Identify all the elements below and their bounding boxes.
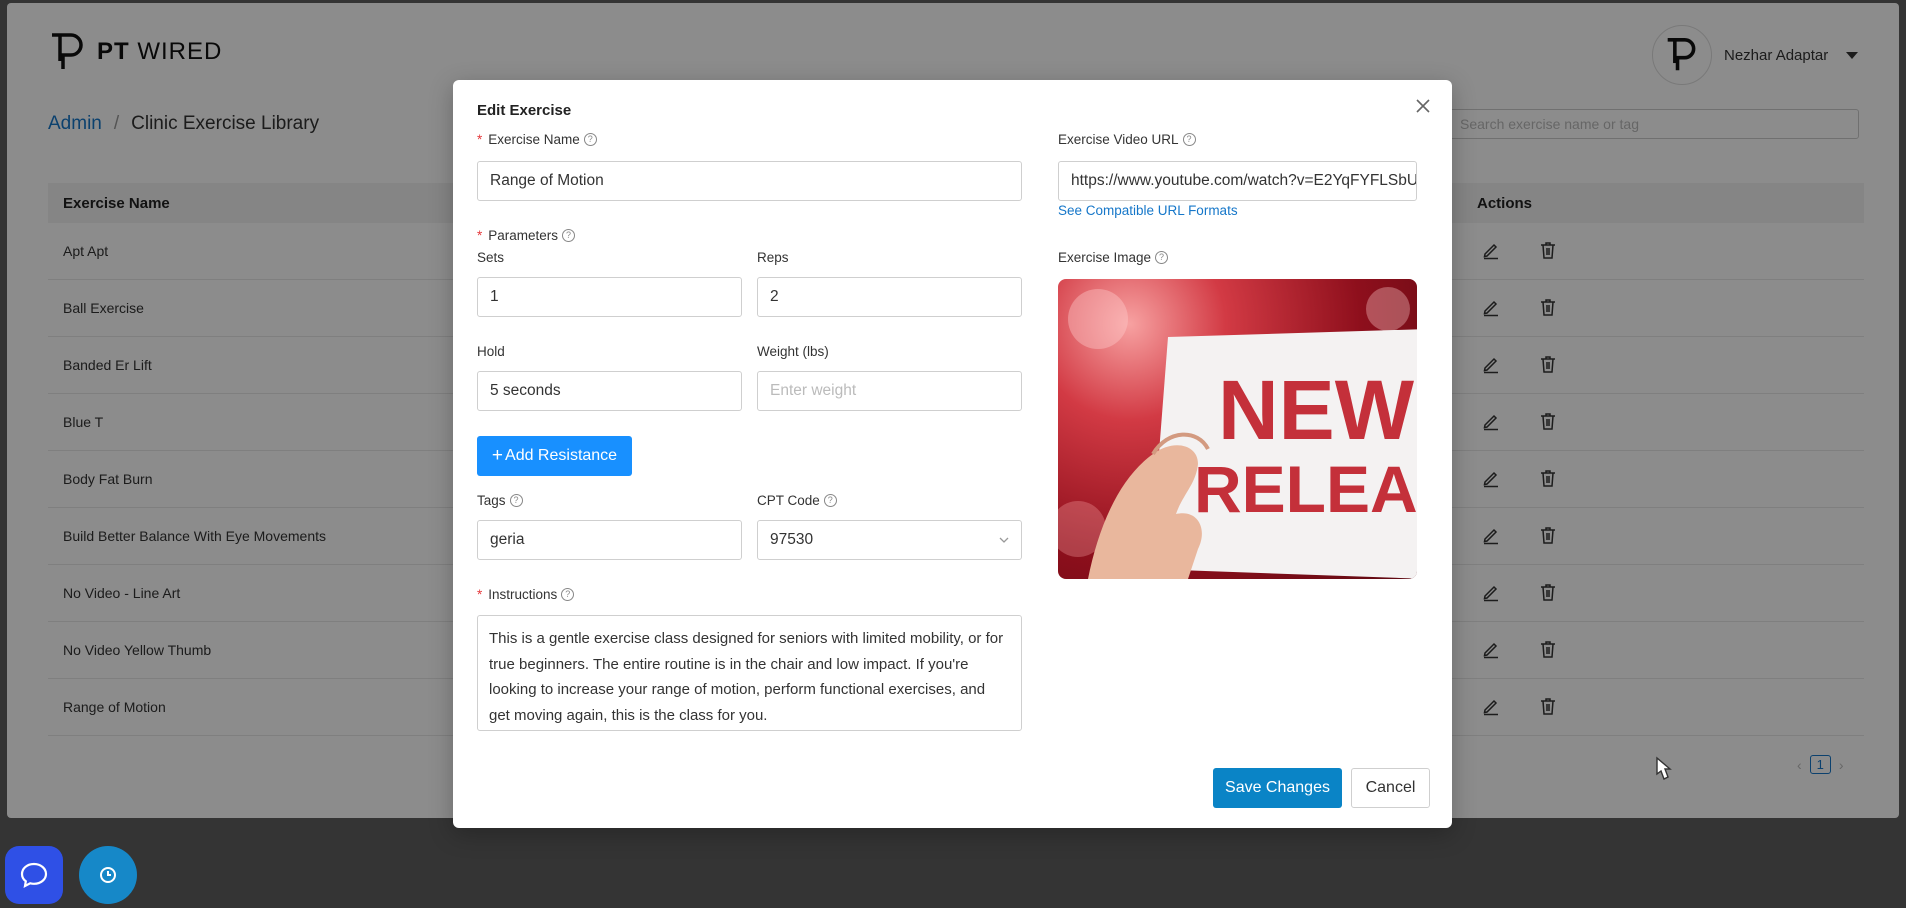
instructions-textarea[interactable]: This is a gentle exercise class designed… [477, 615, 1022, 731]
question-circle-icon[interactable]: ? [562, 229, 576, 242]
required-mark: * [477, 587, 483, 602]
exercise-image-label-text: Exercise Image [1058, 250, 1152, 265]
cpt-code-label: CPT Code ? [757, 493, 837, 508]
add-resistance-button[interactable]: + Add Resistance [477, 436, 632, 476]
video-url-label: Exercise Video URL ? [1058, 132, 1196, 147]
save-changes-button[interactable]: Save Changes [1213, 768, 1342, 808]
plus-icon: + [491, 445, 504, 466]
cpt-code-label-text: CPT Code [757, 493, 820, 508]
parameters-label-text: Parameters [488, 228, 559, 243]
cancel-button[interactable]: Cancel [1351, 768, 1430, 808]
reps-label: Reps [757, 250, 789, 265]
exercise-name-input[interactable]: Range of Motion [477, 161, 1022, 201]
question-circle-icon[interactable]: ? [1155, 251, 1169, 264]
close-icon[interactable] [1413, 96, 1433, 116]
hold-label: Hold [477, 344, 505, 359]
sets-input[interactable]: 1 [477, 277, 742, 317]
question-circle-icon[interactable]: ? [823, 494, 837, 507]
required-mark: * [477, 132, 483, 147]
exercise-image[interactable]: NEW RELEASE [1058, 279, 1417, 579]
svg-text:RELEASE: RELEASE [1194, 452, 1417, 526]
weight-label: Weight (lbs) [757, 344, 829, 359]
hold-input[interactable]: 5 seconds [477, 371, 742, 411]
parameters-label: * Parameters ? [477, 228, 576, 243]
add-resistance-label: Add Resistance [505, 447, 618, 464]
modal-title: Edit Exercise [477, 102, 572, 119]
instructions-label-text: Instructions [488, 587, 558, 602]
svg-text:NEW: NEW [1218, 363, 1415, 457]
question-circle-icon[interactable]: ? [1182, 133, 1196, 146]
exercise-name-label: * Exercise Name ? [477, 132, 597, 147]
exercise-image-label: Exercise Image ? [1058, 250, 1169, 265]
video-url-label-text: Exercise Video URL [1058, 132, 1179, 147]
reps-input[interactable]: 2 [757, 277, 1022, 317]
exercise-name-label-text: Exercise Name [488, 132, 580, 147]
edit-exercise-modal: Edit Exercise * Exercise Name ? Range of… [453, 80, 1672, 828]
sets-label: Sets [477, 250, 505, 265]
question-circle-icon[interactable]: ? [509, 494, 523, 507]
required-mark: * [477, 228, 483, 243]
weight-input[interactable]: Enter weight [757, 371, 1022, 411]
question-circle-icon[interactable]: ? [583, 133, 597, 146]
help-button[interactable] [79, 846, 137, 904]
tags-input[interactable]: geria [477, 520, 742, 560]
cpt-code-value: 97530 [770, 531, 814, 548]
compatible-url-formats-link[interactable]: See Compatible URL Formats [1058, 203, 1238, 218]
tags-label: Tags ? [477, 493, 523, 508]
chevron-down-icon [999, 537, 1009, 543]
chat-bubble-icon [20, 862, 48, 888]
chat-support-button[interactable] [5, 846, 63, 904]
tags-label-text: Tags [477, 493, 506, 508]
clock-icon [100, 867, 116, 883]
instructions-label: * Instructions ? [477, 587, 575, 602]
video-url-input[interactable]: https://www.youtube.com/watch?v=E2YqFYFL… [1058, 161, 1417, 201]
question-circle-icon[interactable]: ? [561, 588, 575, 601]
cpt-code-select[interactable]: 97530 [757, 520, 1022, 560]
hand-pointer-icon [1656, 756, 1672, 780]
new-release-image: NEW RELEASE [1058, 287, 1417, 579]
